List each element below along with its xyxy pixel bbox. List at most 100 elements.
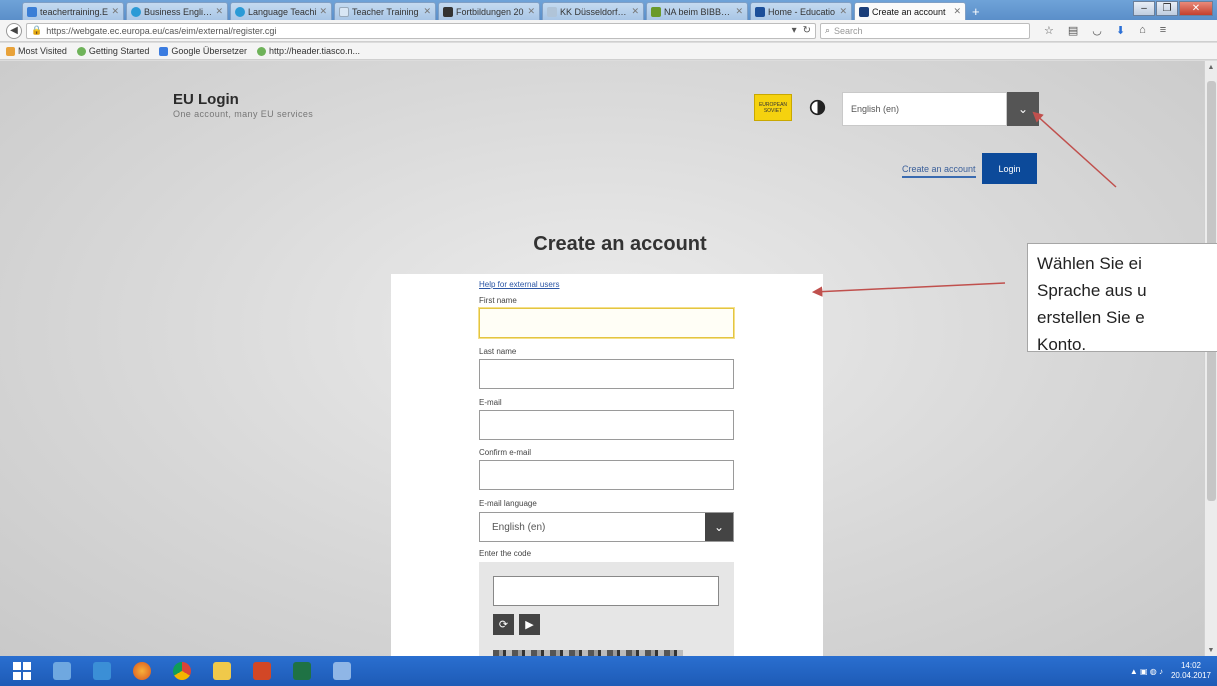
captcha-box: ⟳ ▶ xyxy=(479,562,734,656)
confirm-email-label: Confirm e-mail xyxy=(479,448,532,457)
tab-close-icon[interactable]: ✕ xyxy=(839,6,847,17)
globe-icon xyxy=(256,46,266,56)
tab-favicon-icon xyxy=(547,6,557,17)
menu-icon[interactable]: ≡ xyxy=(1160,24,1166,37)
language-select[interactable]: English (en) ⌄ xyxy=(842,92,1039,126)
email-language-label: E-mail language xyxy=(479,499,537,508)
globe-icon xyxy=(76,46,86,56)
last-name-input[interactable] xyxy=(479,359,734,389)
bookmark-most-visited[interactable]: Most Visited xyxy=(6,46,67,56)
language-select-value: English (en) xyxy=(842,92,1007,126)
library-icon[interactable]: ▤ xyxy=(1068,24,1078,37)
tab-close-icon[interactable]: ✕ xyxy=(953,6,961,17)
tab-na-bibb[interactable]: NA beim BIBB: Pr ✕ xyxy=(646,2,748,20)
folder-icon[interactable] xyxy=(204,658,240,684)
close-window-icon[interactable]: ✕ xyxy=(1179,1,1213,16)
tab-favicon-icon xyxy=(27,6,37,17)
captcha-input[interactable] xyxy=(493,576,719,606)
chevron-down-icon[interactable]: ⌄ xyxy=(1007,92,1039,126)
confirm-email-input[interactable] xyxy=(479,460,734,490)
first-name-label: First name xyxy=(479,296,517,305)
dropdown-arrow-icon[interactable]: ▾ xyxy=(792,25,797,36)
contrast-icon[interactable] xyxy=(809,99,826,116)
brand-subtitle: One account, many EU services xyxy=(173,109,314,119)
login-button[interactable]: Login xyxy=(982,153,1037,184)
start-windows-icon[interactable] xyxy=(4,658,40,684)
tab-teachertraining[interactable]: teachertraining.E ✕ xyxy=(22,2,124,20)
tab-close-icon[interactable]: ✕ xyxy=(631,6,639,17)
first-name-input[interactable] xyxy=(479,308,734,338)
tab-close-icon[interactable]: ✕ xyxy=(319,6,327,17)
email-language-select[interactable]: English (en) ⌄ xyxy=(479,512,734,542)
register-form: Help for external users First name Last … xyxy=(391,274,823,656)
tab-teacher-training[interactable]: Teacher Training ✕ xyxy=(334,2,436,20)
excel-icon[interactable] xyxy=(284,658,320,684)
tab-close-icon[interactable]: ✕ xyxy=(423,6,431,17)
tab-favicon-icon xyxy=(235,6,245,17)
home-icon[interactable]: ⌂ xyxy=(1139,24,1146,37)
taskbar: ▲ ▣ ◍ ♪ 14:02 20.04.2017 xyxy=(0,656,1217,686)
create-account-link[interactable]: Create an account xyxy=(902,164,976,178)
search-input[interactable]: ⌕ Search xyxy=(820,22,1030,39)
back-icon[interactable]: ◀ xyxy=(6,22,22,39)
download-icon[interactable]: ⬇ xyxy=(1116,24,1125,37)
tab-favicon-icon xyxy=(131,6,141,17)
bookmark-header-link[interactable]: http://header.tiasco.n... xyxy=(256,46,360,56)
code-label: Enter the code xyxy=(479,549,532,558)
page-title: Create an account xyxy=(533,233,707,255)
tab-strip: teachertraining.E ✕ Business English - ✕ L… xyxy=(0,0,1217,20)
minimize-icon[interactable]: – xyxy=(1133,1,1155,16)
chrome-icon[interactable] xyxy=(164,658,200,684)
outlook-icon[interactable] xyxy=(84,658,120,684)
clock[interactable]: 14:02 20.04.2017 xyxy=(1171,661,1211,681)
tab-favicon-icon xyxy=(339,6,349,17)
window-controls: – ❐ ✕ xyxy=(1132,1,1213,16)
tab-close-icon[interactable]: ✕ xyxy=(527,6,535,17)
bookmark-getting-started[interactable]: Getting Started xyxy=(76,46,149,56)
system-tray: ▲ ▣ ◍ ♪ 14:02 20.04.2017 xyxy=(1130,656,1211,686)
tab-kk-duesseldorf[interactable]: KK Düsseldorf - F ✕ xyxy=(542,2,644,20)
tab-business-english[interactable]: Business English - ✕ xyxy=(126,2,228,20)
url-bar[interactable]: 🔒 https://webgate.ec.europa.eu/cas/eim/e… xyxy=(26,22,816,39)
tab-fortbildungen[interactable]: Fortbildungen 20 ✕ xyxy=(438,2,540,20)
nav-bar: ◀ 🔒 https://webgate.ec.europa.eu/cas/eim… xyxy=(0,20,1217,42)
tab-close-icon[interactable]: ✕ xyxy=(735,6,743,17)
bookmarks-bar: Most Visited Getting Started Google Über… xyxy=(0,43,1217,60)
tab-favicon-icon xyxy=(443,6,453,17)
network-app-icon[interactable] xyxy=(324,658,360,684)
bookmark-icon xyxy=(6,46,15,56)
annotation-callout: Wählen Sie ei Sprache aus u erstellen Si… xyxy=(1027,243,1217,352)
chevron-down-icon[interactable]: ⌄ xyxy=(705,513,733,541)
tab-favicon-icon xyxy=(859,6,869,17)
refresh-icon[interactable]: ⟳ xyxy=(493,614,514,635)
firefox-icon[interactable] xyxy=(124,658,160,684)
toolbar-icons: ☆ ▤ ◡ ⬇ ⌂ ≡ xyxy=(1044,24,1166,37)
tray-icons[interactable]: ▲ ▣ ◍ ♪ xyxy=(1130,667,1163,676)
powerpoint-icon[interactable] xyxy=(244,658,280,684)
email-language-value: English (en) xyxy=(492,521,546,533)
translate-icon xyxy=(159,46,169,56)
bookmark-star-icon[interactable]: ☆ xyxy=(1044,24,1054,37)
restore-icon[interactable]: ❐ xyxy=(1156,1,1178,16)
tab-home-education[interactable]: Home - Educatio ✕ xyxy=(750,2,852,20)
last-name-label: Last name xyxy=(479,347,517,356)
tab-create-account[interactable]: Create an account ✕ xyxy=(854,2,966,20)
email-input[interactable] xyxy=(479,410,734,440)
bookmark-google-translate[interactable]: Google Übersetzer xyxy=(159,46,247,56)
tab-close-icon[interactable]: ✕ xyxy=(111,6,119,17)
eu-badge: EUROPEAN SOVIET xyxy=(754,94,792,121)
reload-icon[interactable]: ↻ xyxy=(803,25,811,36)
new-tab-button[interactable]: + xyxy=(972,4,980,19)
tab-language-teaching[interactable]: Language Teachi ✕ xyxy=(230,2,332,20)
tab-close-icon[interactable]: ✕ xyxy=(215,6,223,17)
play-icon[interactable]: ▶ xyxy=(519,614,540,635)
pocket-icon[interactable]: ◡ xyxy=(1092,24,1102,37)
page-scrollbar[interactable]: ▲ ▼ xyxy=(1204,61,1217,656)
email-label: E-mail xyxy=(479,398,502,407)
url-text: https://webgate.ec.europa.eu/cas/eim/ext… xyxy=(46,25,277,36)
scroll-up-icon[interactable]: ▲ xyxy=(1205,61,1217,73)
help-external-users-link[interactable]: Help for external users xyxy=(479,280,559,289)
libraries-icon[interactable] xyxy=(44,658,80,684)
tab-favicon-icon xyxy=(651,6,661,17)
scroll-down-icon[interactable]: ▼ xyxy=(1205,644,1217,656)
